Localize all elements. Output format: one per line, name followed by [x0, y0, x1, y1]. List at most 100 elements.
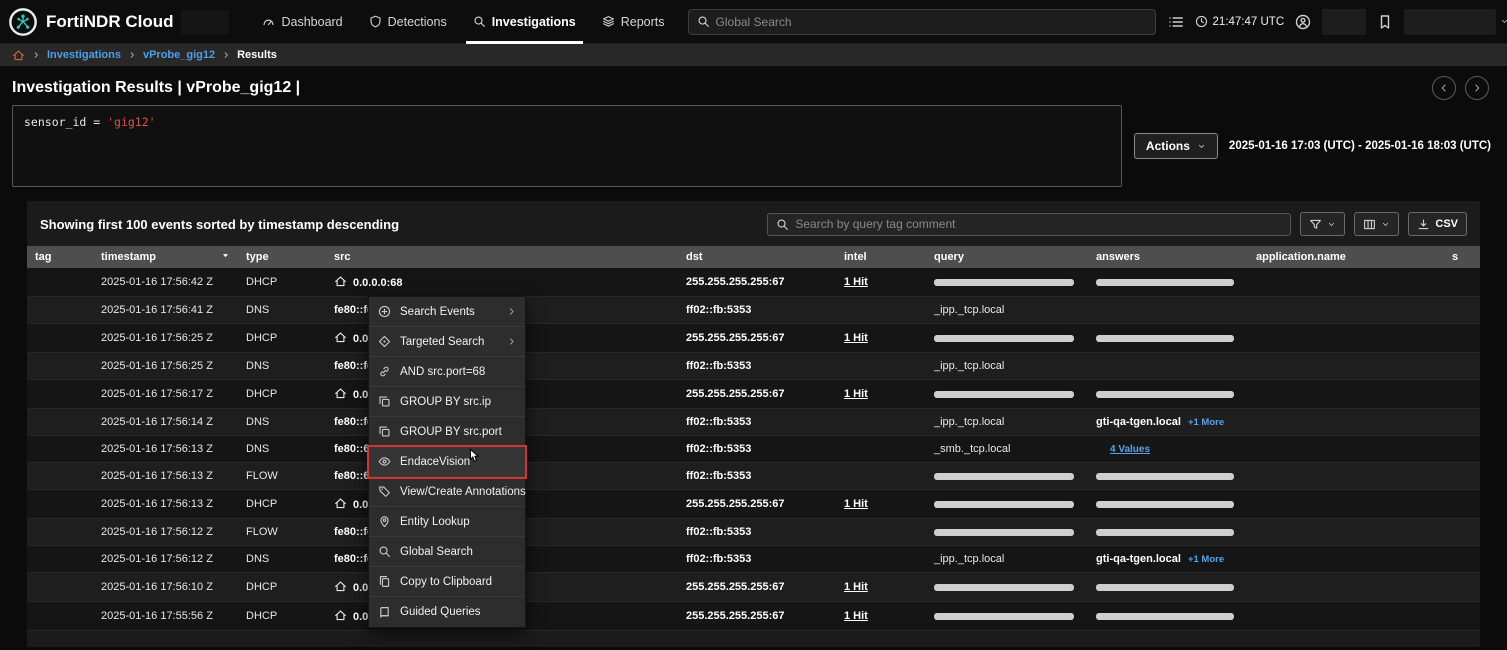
cell-type: DNS — [238, 297, 326, 324]
csv-export-button[interactable]: CSV — [1408, 212, 1467, 236]
download-icon — [1417, 218, 1430, 231]
column-header-timestamp[interactable]: timestamp — [93, 246, 238, 268]
user-avatar-icon[interactable] — [1295, 14, 1311, 30]
cell-dst[interactable]: ff02::fb:5353 — [678, 463, 836, 490]
home-icon[interactable] — [12, 49, 25, 62]
cell-dst[interactable]: 255.255.255.255:67 — [678, 268, 836, 297]
cell-timestamp: 2025-01-16 17:56:12 Z — [93, 519, 238, 546]
table-row[interactable]: 2025-01-16 17:56:13 Z DNS fe80::6 ff02::… — [27, 436, 1480, 463]
menu-item-search-events[interactable]: Search Events — [369, 297, 525, 327]
column-header-query[interactable]: query — [926, 246, 1088, 268]
group-icon — [378, 425, 391, 438]
column-header-type[interactable]: type — [238, 246, 326, 268]
query-editor[interactable]: sensor_id = 'gig12' — [12, 105, 1122, 187]
intel-hit-link[interactable]: 1 Hit — [844, 332, 868, 344]
table-row[interactable]: 2025-01-16 17:56:12 Z DNS fe80::fe ff02:… — [27, 546, 1480, 573]
next-result-button[interactable] — [1465, 76, 1489, 100]
menu-item-endacevision[interactable]: EndaceVision — [369, 447, 525, 477]
bookmark-icon[interactable] — [1377, 14, 1393, 30]
tag-search-input[interactable] — [795, 217, 1282, 231]
cell-answers: gti-qa-tgen.local+1 More — [1088, 409, 1248, 436]
cell-dst[interactable]: 255.255.255.255:67 — [678, 490, 836, 519]
cell-dst[interactable]: 255.255.255.255:67 — [678, 380, 836, 409]
cell-dst[interactable]: 255.255.255.255:67 — [678, 324, 836, 353]
cell-query — [926, 463, 1088, 490]
table-row[interactable]: 2025-01-16 17:56:25 Z DHCP 0.0.0.0:68 25… — [27, 324, 1480, 353]
global-search[interactable] — [688, 9, 1156, 35]
menu-item-view-create-annotations[interactable]: View/Create Annotations — [369, 477, 525, 507]
table-row[interactable]: 2025-01-16 17:56:41 Z DNS fe80::fe ff02:… — [27, 297, 1480, 324]
query-history-icon[interactable] — [1168, 14, 1184, 30]
nav-item-detections[interactable]: Detections — [356, 0, 460, 44]
redacted-value-bar — [934, 613, 1074, 620]
nav-item-dashboard[interactable]: Dashboard — [249, 0, 355, 44]
answers-values-link[interactable]: 4 Values — [1110, 444, 1150, 455]
cell-dst[interactable]: 255.255.255.255:67 — [678, 573, 836, 602]
previous-result-button[interactable] — [1432, 76, 1456, 100]
context-menu: Search Events Targeted Search AND src.po… — [368, 296, 526, 628]
column-header-application-name[interactable]: application.name — [1248, 246, 1444, 268]
table-row[interactable]: 2025-01-16 17:56:42 Z DHCP 0.0.0.0:68 25… — [27, 268, 1480, 297]
table-row[interactable]: 2025-01-16 17:56:12 Z FLOW fe80::fe ff02… — [27, 519, 1480, 546]
intel-hit-link[interactable]: 1 Hit — [844, 276, 868, 288]
menu-item-and-src-port-68[interactable]: AND src.port=68 — [369, 357, 525, 387]
cell-type: DHCP — [238, 324, 326, 353]
menu-item-global-search[interactable]: Global Search — [369, 537, 525, 567]
column-header-dst[interactable]: dst — [678, 246, 836, 268]
menu-item-group-by-src-ip[interactable]: GROUP BY src.ip — [369, 387, 525, 417]
account-dropdown[interactable] — [1404, 9, 1507, 35]
intel-hit-link[interactable]: 1 Hit — [844, 581, 868, 593]
cell-sensor — [1444, 546, 1480, 573]
table-row[interactable]: 2025-01-16 17:56:13 Z DHCP 0.0.0.0:68 25… — [27, 490, 1480, 519]
menu-item-copy-to-clipboard[interactable]: Copy to Clipboard — [369, 567, 525, 597]
menu-item-label: Targeted Search — [400, 336, 484, 348]
more-answers-link[interactable]: +1 More — [1188, 554, 1224, 565]
cell-dst[interactable]: ff02::fb:5353 — [678, 353, 836, 380]
more-answers-link[interactable]: +1 More — [1188, 417, 1224, 428]
column-header-src[interactable]: src — [326, 246, 678, 268]
cell-dst[interactable]: ff02::fb:5353 — [678, 409, 836, 436]
nav-item-reports[interactable]: Reports — [589, 0, 678, 44]
cell-dst[interactable]: ff02::fb:5353 — [678, 519, 836, 546]
cell-application-name — [1248, 490, 1444, 519]
actions-button[interactable]: Actions — [1134, 133, 1218, 159]
column-header-tag[interactable]: tag — [27, 246, 93, 268]
page-title: Investigation Results | vProbe_gig12 | — [12, 79, 300, 97]
cell-src[interactable]: 0.0.0.0:68 — [326, 268, 678, 297]
cell-timestamp: 2025-01-16 17:56:13 Z — [93, 436, 238, 463]
table-row[interactable]: 2025-01-16 17:56:10 Z DHCP 0.0.0.0:68 25… — [27, 573, 1480, 602]
nav-item-investigations[interactable]: Investigations — [460, 0, 589, 44]
cell-dst[interactable]: ff02::fb:5353 — [678, 297, 836, 324]
column-header-s[interactable]: s — [1444, 246, 1480, 268]
filter-button[interactable] — [1300, 212, 1345, 236]
cell-dst[interactable]: ff02::fb:5353 — [678, 436, 836, 463]
menu-item-guided-queries[interactable]: Guided Queries — [369, 597, 525, 627]
table-row[interactable]: 2025-01-16 17:56:14 Z DNS fe80::fe ff02:… — [27, 409, 1480, 436]
column-header-answers[interactable]: answers — [1088, 246, 1248, 268]
breadcrumb-item-vprobe-gig12[interactable]: vProbe_gig12 — [143, 49, 215, 61]
intel-hit-link[interactable]: 1 Hit — [844, 498, 868, 510]
tag-search[interactable] — [767, 213, 1291, 236]
table-row[interactable]: 2025-01-16 17:55:56 Z DHCP 0.0.0.0:68 25… — [27, 602, 1480, 631]
menu-item-targeted-search[interactable]: Targeted Search — [369, 327, 525, 357]
table-row[interactable]: 2025-01-16 17:56:25 Z DNS fe80::fe ff02:… — [27, 353, 1480, 380]
menu-item-group-by-src-port[interactable]: GROUP BY src.port — [369, 417, 525, 447]
breadcrumb-item-investigations[interactable]: Investigations — [47, 49, 121, 61]
submenu-arrow-icon — [507, 337, 516, 346]
columns-button[interactable] — [1354, 212, 1399, 236]
cell-intel: 1 Hit — [836, 490, 926, 519]
column-header-intel[interactable]: intel — [836, 246, 926, 268]
cell-dst[interactable]: ff02::fb:5353 — [678, 546, 836, 573]
global-search-input[interactable] — [716, 15, 1147, 29]
query-text: sensor_id = — [24, 115, 107, 129]
table-row[interactable]: 2025-01-16 17:56:13 Z FLOW fe80::6C ff02… — [27, 463, 1480, 490]
cell-type: FLOW — [238, 463, 326, 490]
redacted-value-bar — [934, 529, 1074, 536]
internal-host-icon — [334, 497, 347, 510]
table-row[interactable]: 2025-01-16 17:56:17 Z DHCP 0.0.0.0:68 25… — [27, 380, 1480, 409]
menu-item-entity-lookup[interactable]: Entity Lookup — [369, 507, 525, 537]
redacted-value-bar — [934, 584, 1074, 591]
intel-hit-link[interactable]: 1 Hit — [844, 610, 868, 622]
cell-dst[interactable]: 255.255.255.255:67 — [678, 602, 836, 631]
intel-hit-link[interactable]: 1 Hit — [844, 388, 868, 400]
